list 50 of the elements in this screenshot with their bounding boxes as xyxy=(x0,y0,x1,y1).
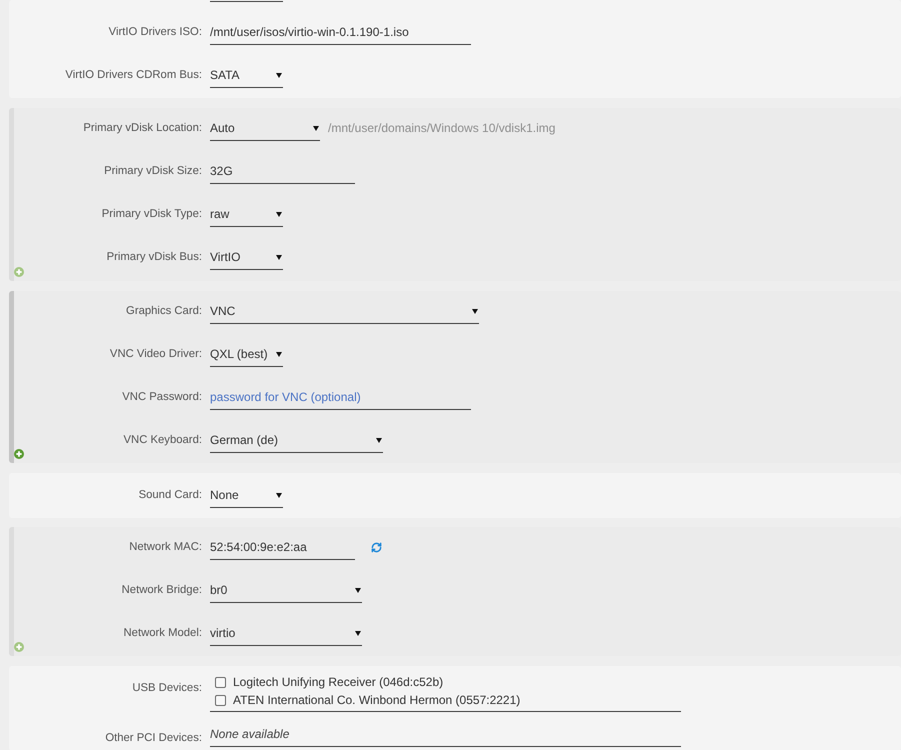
field-label: Primary vDisk Bus: xyxy=(106,250,202,265)
device-label: Logitech Unifying Receiver (046d:c52b) xyxy=(233,674,444,691)
dropdown[interactable]: QXL (best) xyxy=(210,344,283,367)
dropdown[interactable]: br0 xyxy=(210,580,362,603)
dropdown[interactable]: Auto xyxy=(210,118,320,141)
dropdown[interactable]: SATA xyxy=(210,65,283,88)
caret-icon xyxy=(376,438,382,442)
plus-circle-icon[interactable] xyxy=(14,642,24,652)
dropdown[interactable]: German (de) xyxy=(210,430,383,453)
caret-icon xyxy=(276,212,282,216)
field-label: Sound Card: xyxy=(138,488,202,503)
device-label: ATEN International Co. Winbond Hermon (0557:2221) xyxy=(233,692,520,709)
caret-icon xyxy=(355,588,361,592)
field-label: Other PCI Devices: xyxy=(105,731,202,746)
text-field[interactable]: /mnt/user/isos/virtio-win-0.1.190-1.iso xyxy=(210,22,471,45)
field-label: Primary vDisk Size: xyxy=(104,164,202,179)
field-label: USB Devices: xyxy=(132,681,202,696)
refresh-icon[interactable] xyxy=(371,542,382,553)
caret-icon xyxy=(276,72,282,78)
dropdown[interactable]: raw xyxy=(210,204,283,227)
text-field[interactable]: 32G xyxy=(210,161,355,184)
field-label: VirtIO Drivers CDRom Bus: xyxy=(65,68,202,83)
field-label: VNC Password: xyxy=(122,390,202,405)
field-label: Network MAC: xyxy=(129,540,202,555)
field-label: VNC Keyboard: xyxy=(124,433,202,448)
field-label: Network Bridge: xyxy=(122,583,202,598)
plus-circle-icon[interactable] xyxy=(14,449,24,459)
caret-icon xyxy=(276,492,282,498)
dropdown[interactable]: None xyxy=(210,485,283,508)
caret-icon xyxy=(276,352,282,356)
checkbox[interactable] xyxy=(215,676,226,688)
file-path-text: /mnt/user/domains/Windows 10/vdisk1.img xyxy=(328,120,556,137)
checkbox[interactable] xyxy=(215,694,226,706)
caret-icon xyxy=(313,126,319,130)
field-label: Network Model: xyxy=(124,626,202,641)
field-label: Graphics Card: xyxy=(126,304,202,319)
caret-icon xyxy=(355,630,361,636)
text-field[interactable]: 52:54:00:9e:e2:aa xyxy=(210,537,355,560)
field-label: VirtIO Drivers ISO: xyxy=(108,25,202,40)
field-label: Primary vDisk Location: xyxy=(83,121,202,136)
dropdown[interactable]: VirtIO xyxy=(210,247,283,270)
field-label: VNC Video Driver: xyxy=(110,347,202,362)
plus-circle-icon[interactable] xyxy=(14,267,24,277)
device-list-field: None available xyxy=(210,724,681,747)
field-label: Primary vDisk Type: xyxy=(102,207,202,222)
text-field[interactable]: password for VNC (optional) xyxy=(210,387,471,410)
dropdown[interactable]: virtio xyxy=(210,623,362,646)
dropdown[interactable]: VNC xyxy=(210,301,479,324)
caret-icon xyxy=(472,308,478,314)
caret-icon xyxy=(276,254,282,260)
